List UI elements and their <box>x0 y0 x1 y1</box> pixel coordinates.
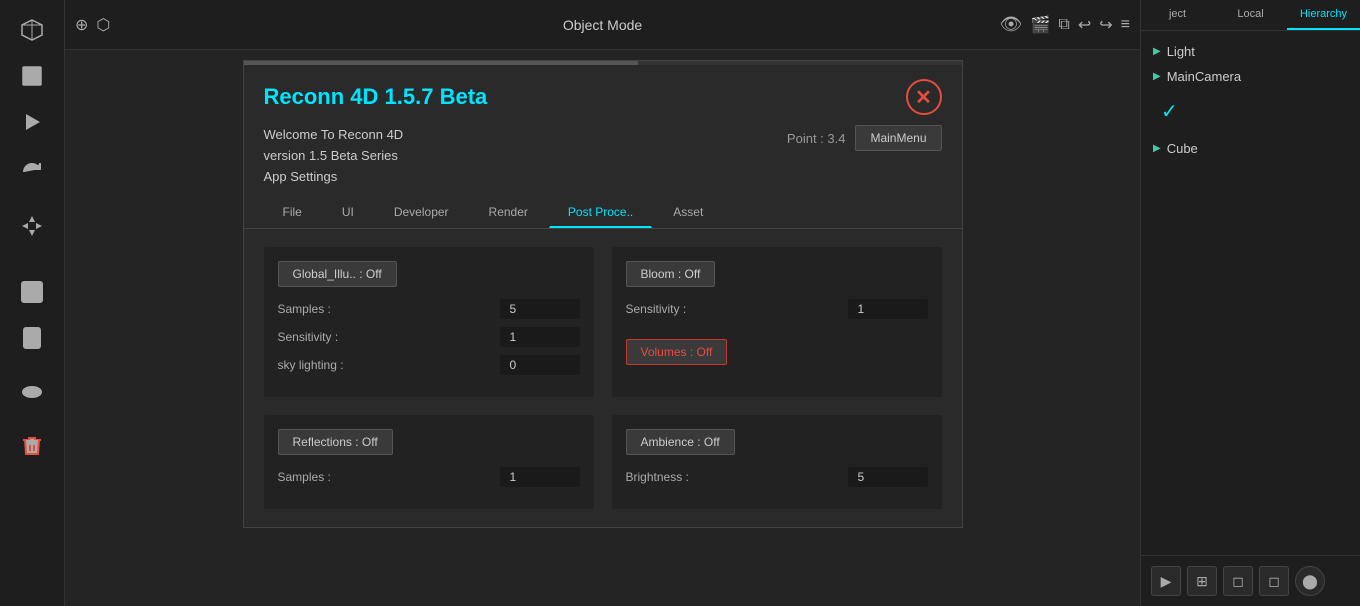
camera-icon[interactable]: 🎬 <box>1030 15 1050 35</box>
main-area: ⊕ ⬡ Object Mode 👁 🎬 ⧉ ↩ ↪ ≡ Reconn 4D 1.… <box>65 0 1140 606</box>
light-item-label: Light <box>1167 44 1195 59</box>
arrow-icon-camera: ▶ <box>1153 71 1161 82</box>
panel-bloom: Bloom : Off Sensitivity : 1 Volumes : Of… <box>612 247 942 397</box>
tab-postprocess[interactable]: Post Proce.. <box>549 197 652 228</box>
point-label: Point : 3.4 <box>787 131 846 146</box>
hierarchy-item-cube[interactable]: ▶ Cube <box>1141 136 1360 161</box>
field-row-sensitivity: Sensitivity : 1 <box>278 327 580 347</box>
dialog-progress-fill <box>244 61 639 65</box>
cube-item-label: Cube <box>1167 141 1198 156</box>
tab-file[interactable]: File <box>264 197 321 228</box>
bloom-toggle[interactable]: Bloom : Off <box>626 261 716 287</box>
panel-global-illum: Global_Illu.. : Off Samples : 5 Sensitiv… <box>264 247 594 397</box>
redo-icon[interactable]: ↪ <box>1099 15 1112 35</box>
dialog: Reconn 4D 1.5.7 Beta ✕ Welcome To Reconn… <box>243 60 963 528</box>
dialog-tabs: File UI Developer Render Post Proce.. As… <box>244 197 962 229</box>
square-icon[interactable] <box>12 272 52 312</box>
dialog-title: Reconn 4D 1.5.7 Beta <box>264 84 488 110</box>
field-row-reflections-samples: Samples : 1 <box>278 467 580 487</box>
top-bar-left: ⊕ ⬡ <box>75 15 110 35</box>
right-panel-tabs: ject Local Hierarchy <box>1141 0 1360 31</box>
field-row-samples: Samples : 5 <box>278 299 580 319</box>
move-icon[interactable] <box>12 206 52 246</box>
tab-ui[interactable]: UI <box>323 197 373 228</box>
samples-value[interactable]: 5 <box>500 299 580 319</box>
tab-developer[interactable]: Developer <box>375 197 468 228</box>
arrow-icon-cube: ▶ <box>1153 143 1161 154</box>
top-bar-icons: 👁 🎬 ⧉ ↩ ↪ ≡ <box>1000 14 1130 35</box>
top-bar: ⊕ ⬡ Object Mode 👁 🎬 ⧉ ↩ ↪ ≡ <box>65 0 1140 50</box>
page-icon[interactable] <box>12 318 52 358</box>
sky-lighting-value[interactable]: 0 <box>500 355 580 375</box>
global-illum-toggle[interactable]: Global_Illu.. : Off <box>278 261 397 287</box>
eye-icon[interactable] <box>12 372 52 412</box>
menu-icon[interactable]: ≡ <box>1121 16 1130 34</box>
dialog-info-line3: App Settings <box>264 167 404 188</box>
circle-bottom-icon[interactable]: ⬤ <box>1295 566 1325 596</box>
hierarchy-item-light[interactable]: ▶ Light <box>1141 39 1360 64</box>
bloom-sensitivity-value[interactable]: 1 <box>848 299 928 319</box>
tab-asset[interactable]: Asset <box>654 197 722 228</box>
square2-bottom-icon[interactable]: ◻ <box>1259 566 1289 596</box>
dialog-progress-bar <box>244 61 962 65</box>
field-row-bloom-sensitivity: Sensitivity : 1 <box>626 299 928 319</box>
dialog-header: Reconn 4D 1.5.7 Beta ✕ <box>244 65 962 125</box>
main-menu-button[interactable]: MainMenu <box>855 125 941 151</box>
dialog-info-right: Point : 3.4 MainMenu <box>787 125 942 151</box>
grid-bottom-icon[interactable]: ⊞ <box>1187 566 1217 596</box>
view-cube-icon[interactable]: ⬡ <box>96 15 110 35</box>
right-panel: ject Local Hierarchy ▶ Light ▶ MainCamer… <box>1140 0 1360 606</box>
left-toolbar <box>0 0 65 606</box>
square-bottom-icon[interactable]: ◻ <box>1223 566 1253 596</box>
reflections-toggle[interactable]: Reflections : Off <box>278 429 393 455</box>
layers-icon[interactable]: ⧉ <box>1058 16 1069 34</box>
brightness-label: Brightness : <box>626 470 689 484</box>
check-mark-icon: ✓ <box>1149 91 1190 132</box>
tab-hierarchy[interactable]: Hierarchy <box>1287 0 1360 30</box>
arrow-icon-light: ▶ <box>1153 46 1161 57</box>
tab-render[interactable]: Render <box>470 197 547 228</box>
panel-ambience: Ambience : Off Brightness : 5 <box>612 415 942 509</box>
volumes-toggle[interactable]: Volumes : Off <box>626 339 728 365</box>
axis-icon: ⊕ <box>75 15 88 35</box>
refresh-icon[interactable] <box>12 152 52 192</box>
play-bottom-icon[interactable]: ▶ <box>1151 566 1181 596</box>
tab-local[interactable]: Local <box>1214 0 1287 30</box>
dialog-info: Welcome To Reconn 4D version 1.5 Beta Se… <box>244 125 962 197</box>
undo-icon[interactable]: ↩ <box>1078 15 1091 35</box>
samples-label: Samples : <box>278 302 331 316</box>
brightness-value[interactable]: 5 <box>848 467 928 487</box>
trash-icon[interactable] <box>12 426 52 466</box>
dialog-content: Global_Illu.. : Off Samples : 5 Sensitiv… <box>244 229 962 527</box>
hierarchy-item-maincamera[interactable]: ▶ MainCamera <box>1141 64 1360 89</box>
sensitivity-value[interactable]: 1 <box>500 327 580 347</box>
close-button[interactable]: ✕ <box>906 79 942 115</box>
object-mode-label: Object Mode <box>563 17 642 33</box>
play-icon[interactable] <box>12 102 52 142</box>
reflections-samples-label: Samples : <box>278 470 331 484</box>
bloom-sensitivity-label: Sensitivity : <box>626 302 687 316</box>
hierarchy-list: ▶ Light ▶ MainCamera ✓ ▶ Cube <box>1141 31 1360 169</box>
ambience-toggle[interactable]: Ambience : Off <box>626 429 735 455</box>
dialog-overlay: Reconn 4D 1.5.7 Beta ✕ Welcome To Reconn… <box>65 50 1140 606</box>
dialog-info-text: Welcome To Reconn 4D version 1.5 Beta Se… <box>264 125 404 187</box>
sky-lighting-label: sky lighting : <box>278 358 344 372</box>
field-row-sky-lighting: sky lighting : 0 <box>278 355 580 375</box>
right-panel-bottom: ▶ ⊞ ◻ ◻ ⬤ <box>1141 555 1360 606</box>
reflections-samples-value[interactable]: 1 <box>500 467 580 487</box>
dialog-info-line1: Welcome To Reconn 4D <box>264 125 404 146</box>
sensitivity-label: Sensitivity : <box>278 330 339 344</box>
maincamera-item-label: MainCamera <box>1167 69 1241 84</box>
eye-view-icon[interactable]: 👁 <box>1000 14 1023 35</box>
tab-object[interactable]: ject <box>1141 0 1214 30</box>
frame-icon[interactable] <box>12 56 52 96</box>
dialog-info-line2: version 1.5 Beta Series <box>264 146 404 167</box>
panel-reflections: Reflections : Off Samples : 1 <box>264 415 594 509</box>
cube-icon[interactable] <box>12 10 52 50</box>
field-row-brightness: Brightness : 5 <box>626 467 928 487</box>
